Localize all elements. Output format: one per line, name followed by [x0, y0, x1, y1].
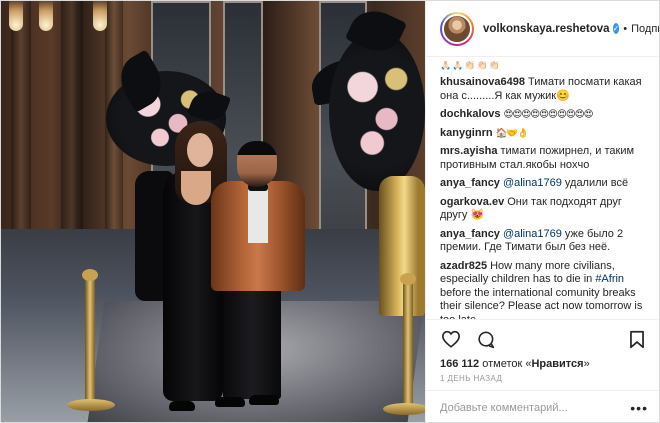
comment-author[interactable]: azadr825 [440, 260, 487, 272]
truncated-comment-emoji: 🙏🏻🙏🏻👏🏻👏🏻👏🏻 [440, 61, 502, 70]
speech-bubble-icon[interactable] [474, 328, 496, 350]
comment-item: khusainova6498 Тимати посмати какая она с… [440, 76, 650, 103]
comment-item: kanyginrn 🏠🤝👌 [440, 127, 650, 141]
ellipsis-icon[interactable]: ••• [630, 401, 648, 415]
header-separator: • [623, 22, 628, 35]
likes-count: 166 112 [440, 358, 480, 370]
comment-mention-link[interactable]: @alina1769 [503, 177, 562, 189]
avatar[interactable] [442, 13, 472, 44]
post-actions: 166 112 отметок «Нравится» 1 ДЕНЬ НАЗАД [426, 319, 659, 383]
likes-summary[interactable]: 166 112 отметок «Нравится» [426, 358, 659, 370]
likes-action-label: Нравится [531, 358, 584, 370]
post-sidebar: volkonskaya.reshetova ✓ • Подписки 🙏🏻🙏🏻👏… [425, 1, 659, 422]
instagram-post: volkonskaya.reshetova ✓ • Подписки 🙏🏻🙏🏻👏… [0, 0, 660, 423]
comment-item: anya_fancy @alina1769 удалили всё [440, 177, 650, 191]
comment-item: mrs.ayisha тимати пожирнел, и таким проти… [440, 145, 650, 172]
likes-word: отметок « [482, 358, 532, 370]
verified-badge-icon: ✓ [612, 23, 620, 34]
comment-item: dochkalovs 😍😍😍😍😍😍😍😍😍😍 [440, 108, 650, 122]
comment-author[interactable]: ogarkova.ev [440, 196, 504, 208]
action-icons-row [426, 320, 659, 358]
comment-hashtag-link[interactable]: #Afrin [595, 273, 624, 285]
comment-item: anya_fancy @alina1769 уже было 2 премии. … [440, 228, 650, 255]
heart-outline-icon[interactable] [440, 328, 462, 350]
comment-author[interactable]: kanyginrn [440, 127, 493, 139]
bookmark-icon[interactable] [626, 328, 648, 350]
comment-text: before the international comunity breaks… [440, 286, 643, 320]
comment-text: 🏠🤝👌 [495, 127, 529, 139]
comment-item: ogarkova.ev Они так подходят друг другу 😻 [440, 196, 650, 223]
comment-author[interactable]: dochkalovs [440, 108, 501, 120]
author-username[interactable]: volkonskaya.reshetova [483, 23, 610, 35]
comment-item: azadr825 How many more civilians, especia… [440, 260, 650, 320]
following-button[interactable]: Подписки [631, 23, 659, 35]
comment-author[interactable]: mrs.ayisha [440, 145, 497, 157]
post-header: volkonskaya.reshetova ✓ • Подписки [426, 1, 659, 57]
comment-author[interactable]: anya_fancy [440, 228, 500, 240]
post-timestamp[interactable]: 1 ДЕНЬ НАЗАД [426, 370, 659, 383]
comment-author[interactable]: anya_fancy [440, 177, 500, 189]
post-photo[interactable] [1, 1, 425, 422]
comment-author[interactable]: khusainova6498 [440, 76, 525, 88]
comments-list[interactable]: 🙏🏻🙏🏻👏🏻👏🏻👏🏻 khusainova6498 Тимати посмати … [426, 57, 659, 320]
add-comment-bar: ••• [426, 390, 659, 422]
author-avatar-ring[interactable] [440, 11, 474, 46]
comment-text: удалили всё [561, 177, 629, 189]
comment-mention-link[interactable]: @alina1769 [503, 228, 562, 240]
likes-close-quote: » [583, 358, 590, 370]
comment-text: 😍😍😍😍😍😍😍😍😍😍 [503, 109, 594, 120]
comment-input[interactable] [440, 401, 631, 414]
